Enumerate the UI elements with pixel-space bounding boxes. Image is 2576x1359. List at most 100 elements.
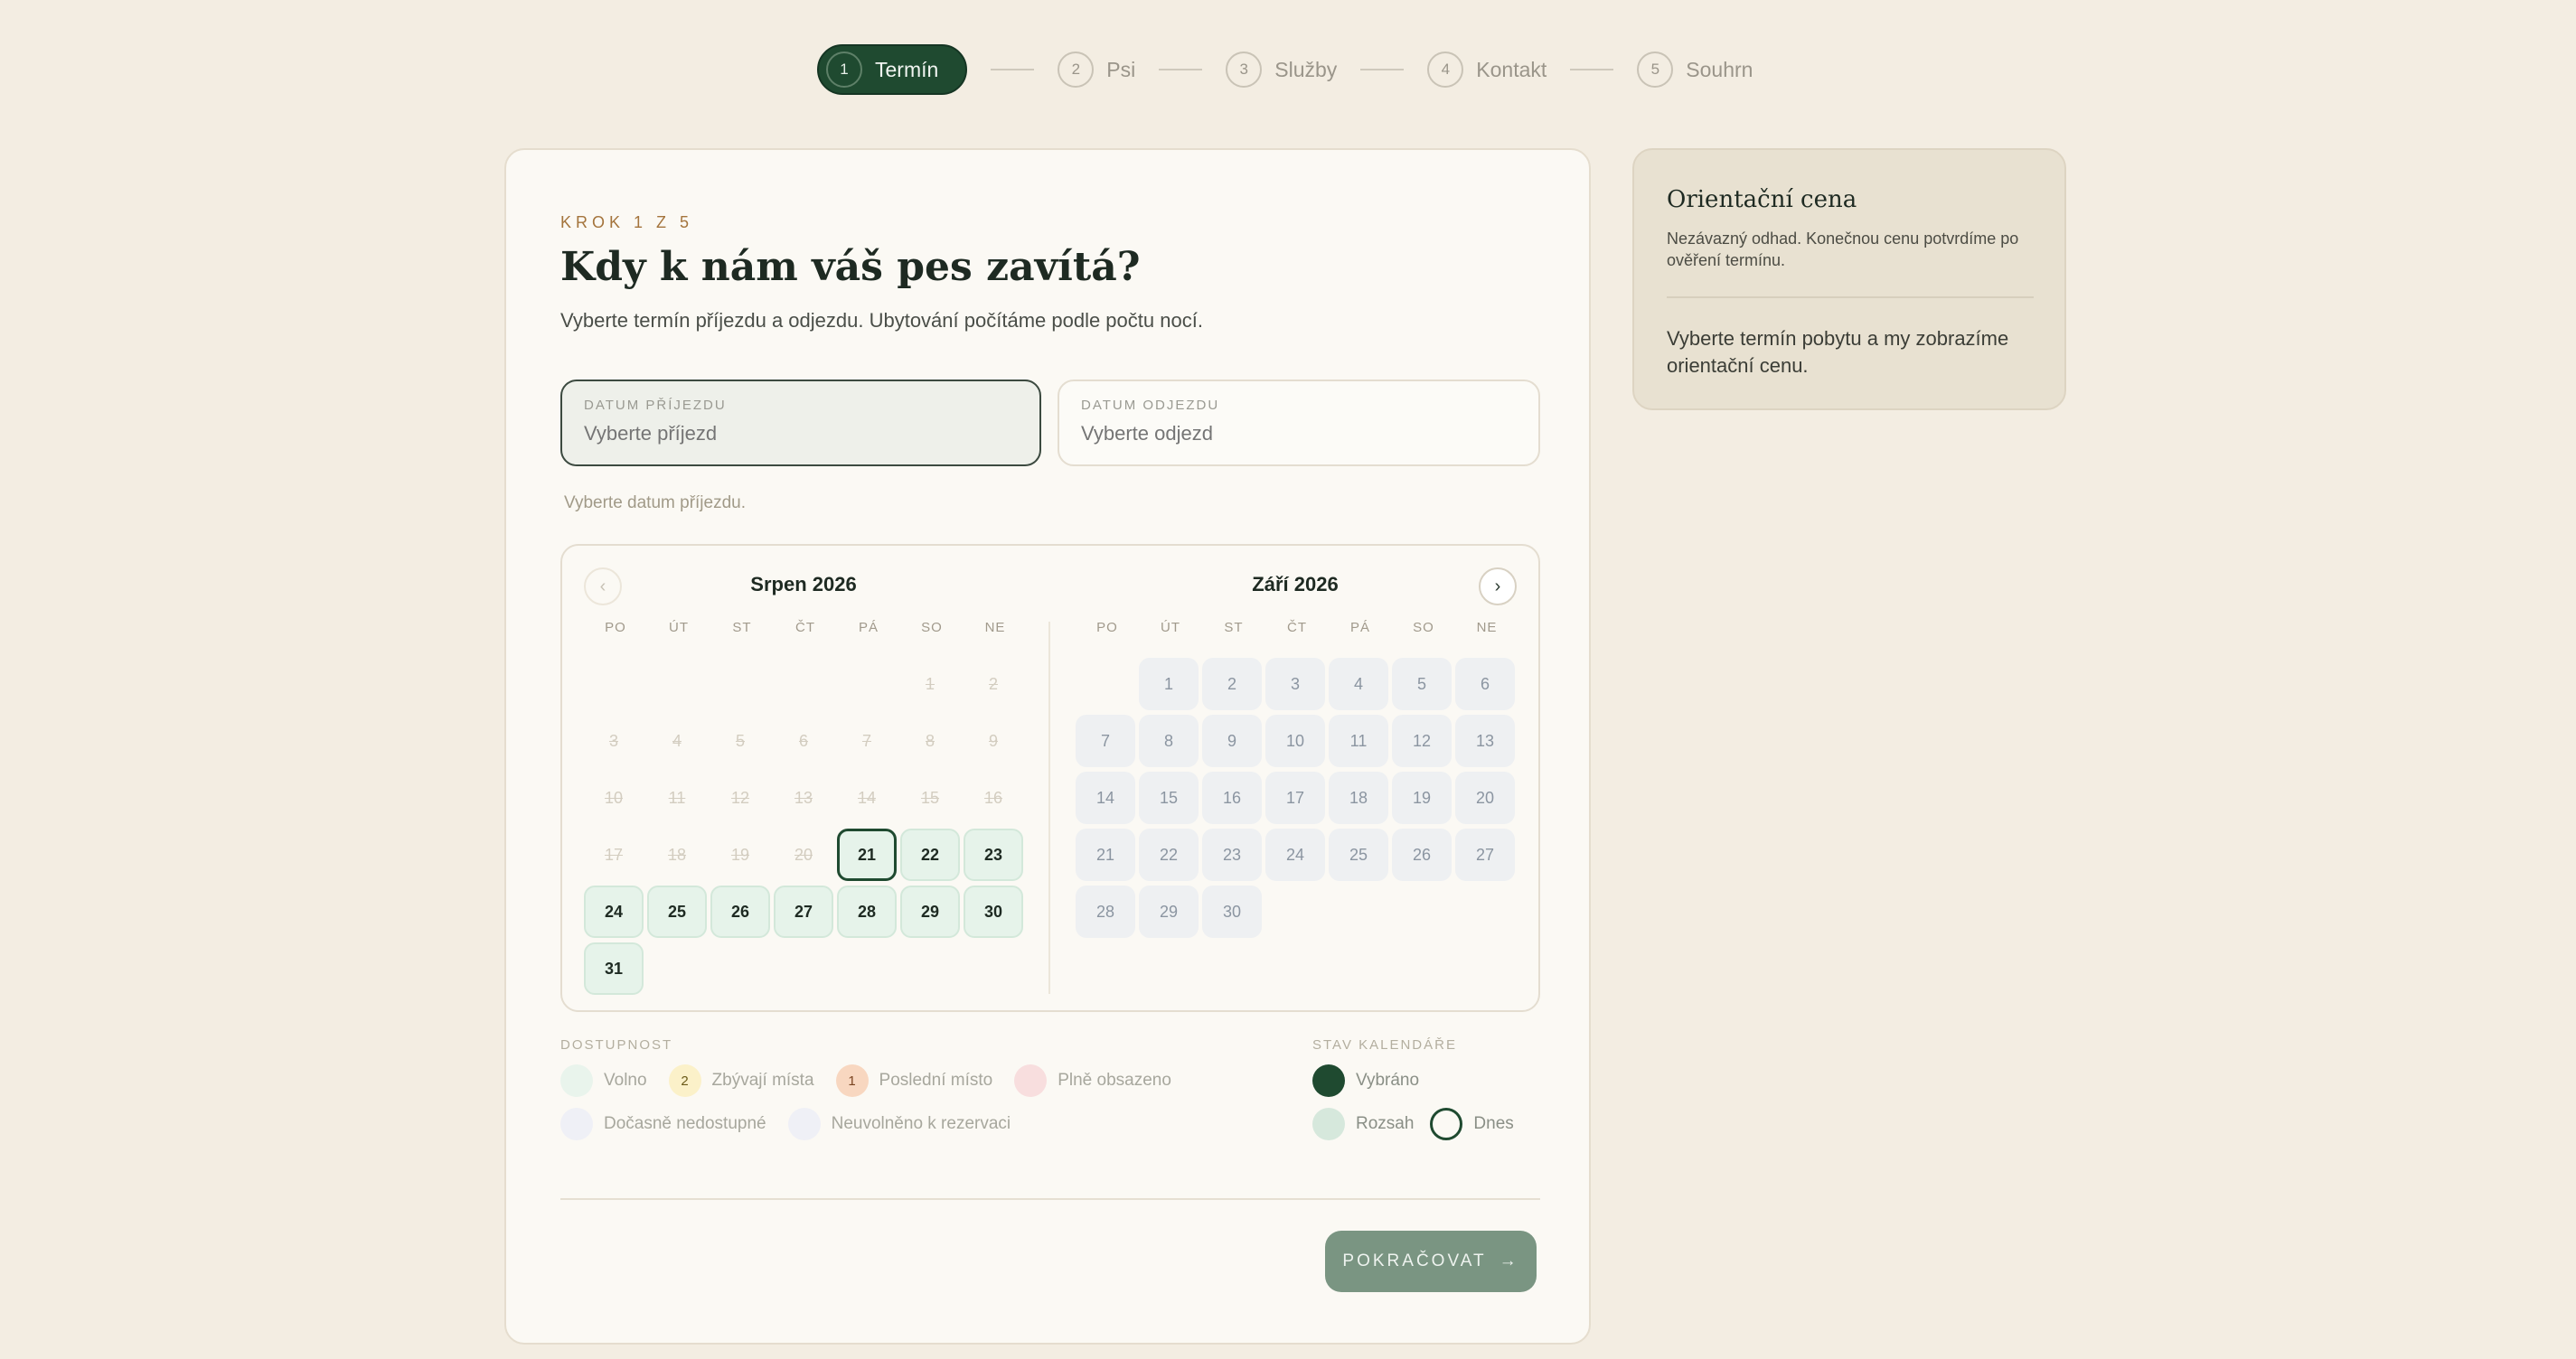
weekday-label: ÚT (669, 620, 689, 635)
calendar-day: 2 (988, 674, 998, 693)
weekday-label: PÁ (1349, 620, 1370, 635)
calendar-day[interactable]: 17 (1265, 772, 1325, 824)
weekday-label: NE (1476, 620, 1498, 635)
calendar-day[interactable]: 26 (710, 886, 770, 938)
availability-legend-row: Volno 2 Zbývají místa 1 Poslední místo P… (560, 1064, 1193, 1097)
price-card-title: Orientační cena (1667, 186, 1857, 213)
calendar-day[interactable]: 15 (1139, 772, 1199, 824)
legend-label: Volno (604, 1071, 647, 1090)
calendar-day[interactable]: 28 (837, 886, 897, 938)
calendar-day[interactable]: 31 (584, 942, 644, 995)
calendar-day[interactable]: 25 (647, 886, 707, 938)
step-kicker: KROK 1 Z 5 (560, 213, 694, 231)
step-connector (1159, 69, 1203, 70)
day-grid: 1 2 3 4 5 6 7 8 9 10 11 12 13 14 15 16 17 18 19 20 21 22 23 24 2… (584, 658, 1023, 995)
calendar-day: 11 (668, 788, 686, 807)
departure-date-input[interactable] (1081, 422, 1517, 445)
calendar-day[interactable]: 28 (1076, 886, 1135, 938)
weekday-label: PO (605, 620, 626, 635)
calendar-day: 7 (861, 731, 871, 750)
legend-label: Plně obsazeno (1058, 1071, 1171, 1090)
calendar-day: 18 (667, 845, 687, 864)
calendar-day[interactable]: 20 (1455, 772, 1515, 824)
calendar-day[interactable]: 2 (1202, 658, 1262, 710)
calendar-day[interactable]: 12 (1392, 715, 1452, 767)
legend-few-left: 2 Zbývají místa (668, 1064, 814, 1097)
step-label: Souhrn (1686, 57, 1753, 81)
weekday-label: ČT (795, 620, 815, 635)
calendar-day: 8 (925, 731, 935, 750)
calendar-day[interactable]: 9 (1202, 715, 1262, 767)
calendar-day[interactable]: 13 (1455, 715, 1515, 767)
calendar-day[interactable]: 11 (1329, 715, 1388, 767)
calendar-day: 17 (604, 845, 624, 864)
availability-legend-row: Dočasně nedostupné Neuvolněno k rezervac… (560, 1108, 1032, 1140)
step-label: Kontakt (1476, 57, 1547, 81)
availability-legend-title: DOSTUPNOST (560, 1037, 673, 1053)
calendar-day[interactable]: 6 (1455, 658, 1515, 710)
calendar-day[interactable]: 1 (1139, 658, 1199, 710)
legend-swatch: 2 (668, 1064, 701, 1097)
step-number: 1 (826, 52, 862, 88)
calendar-day[interactable]: 24 (584, 886, 644, 938)
calendar-day[interactable]: 22 (900, 829, 960, 881)
calendar-day[interactable]: 27 (1455, 829, 1515, 881)
calendar-divider (1048, 622, 1050, 994)
arrival-date-label: DATUM PŘÍJEZDU (584, 398, 727, 413)
price-card-note: Nezávazný odhad. Konečnou cenu potvrdíme… (1667, 230, 2019, 269)
continue-button[interactable]: POKRAČOVAT → (1325, 1231, 1537, 1292)
calendar-day[interactable]: 8 (1139, 715, 1199, 767)
month-title: Září 2026 (1252, 573, 1339, 595)
calendar-day[interactable]: 24 (1265, 829, 1325, 881)
calendar-day[interactable]: 25 (1329, 829, 1388, 881)
departure-date-field[interactable]: DATUM ODJEZDU (1058, 380, 1540, 466)
weekday-label: SO (921, 620, 943, 635)
page-title: Kdy k nám váš pes zavítá? (560, 244, 1141, 290)
calendar-day[interactable]: 26 (1392, 829, 1452, 881)
step-kontakt[interactable]: 4 Kontakt (1427, 44, 1547, 95)
calendar-day: 10 (604, 788, 624, 807)
step-label: Služby (1274, 57, 1338, 81)
legend-range: Rozsah (1312, 1108, 1414, 1140)
legend-swatch (1014, 1064, 1048, 1097)
calendar-day[interactable]: 18 (1329, 772, 1388, 824)
calendar-day[interactable]: 29 (900, 886, 960, 938)
calendar-day[interactable]: 14 (1076, 772, 1135, 824)
calendar-day[interactable]: 29 (1139, 886, 1199, 938)
calendar-day[interactable]: 22 (1139, 829, 1199, 881)
arrival-date-field[interactable]: DATUM PŘÍJEZDU (560, 380, 1041, 466)
legend-label: Zbývají místa (711, 1071, 814, 1090)
calendar-day[interactable]: 5 (1392, 658, 1452, 710)
calendar-day[interactable]: 23 (964, 829, 1023, 881)
step-number: 5 (1637, 52, 1674, 88)
step-sluzby[interactable]: 3 Služby (1226, 44, 1337, 95)
legend-swatch (560, 1108, 593, 1140)
calendar-day[interactable]: 30 (1202, 886, 1262, 938)
legend-swatch (787, 1108, 821, 1140)
calendar-day[interactable]: 7 (1076, 715, 1135, 767)
calendar-day[interactable]: 10 (1265, 715, 1325, 767)
calendar-day[interactable]: 3 (1265, 658, 1325, 710)
calendar-day: 13 (794, 788, 813, 807)
calendar-day[interactable]: 16 (1202, 772, 1262, 824)
calendar-day[interactable]: 4 (1329, 658, 1388, 710)
legend-swatch (1312, 1108, 1345, 1140)
legend-selected: Vybráno (1312, 1064, 1419, 1097)
calendar-day[interactable]: 23 (1202, 829, 1262, 881)
calendar-day-today[interactable]: 21 (837, 829, 897, 881)
legend-label: Poslední místo (879, 1071, 993, 1090)
calendar-day: 5 (735, 731, 745, 750)
legend-last-spot: 1 Poslední místo (835, 1064, 993, 1097)
calendar-day[interactable]: 30 (964, 886, 1023, 938)
step-termin[interactable]: 1 Termín (817, 44, 968, 95)
weekday-label: ST (1224, 620, 1244, 635)
arrival-date-input[interactable] (584, 422, 1018, 445)
step-number: 4 (1427, 52, 1464, 88)
legend-full: Plně obsazeno (1014, 1064, 1171, 1097)
calendar-day[interactable]: 27 (774, 886, 833, 938)
calendar-day[interactable]: 21 (1076, 829, 1135, 881)
step-connector (1360, 69, 1405, 70)
calendar-day[interactable]: 19 (1392, 772, 1452, 824)
step-souhrn[interactable]: 5 Souhrn (1637, 44, 1753, 95)
step-psi[interactable]: 2 Psi (1058, 44, 1135, 95)
